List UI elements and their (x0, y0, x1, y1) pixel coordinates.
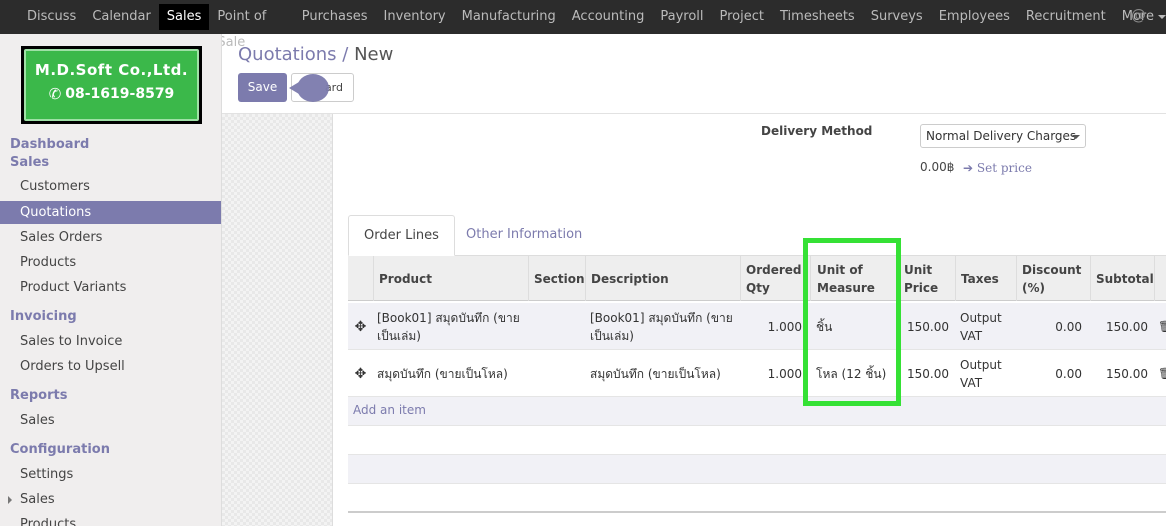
topnav-item-timesheets[interactable]: Timesheets (772, 4, 863, 30)
breadcrumb-current: New (354, 44, 394, 65)
col-description[interactable]: Description (585, 256, 740, 301)
trash-icon[interactable]: 🗑 (1154, 350, 1166, 397)
col-unit-price[interactable]: Unit Price (898, 256, 955, 301)
logo-phone-number: 08-1619-8579 (65, 86, 175, 102)
sidebar-head-reports[interactable]: Reports (10, 388, 67, 403)
topnav-item-surveys[interactable]: Surveys (863, 4, 931, 30)
row-unit-price[interactable]: 150.00 (898, 303, 955, 350)
breadcrumb-parent[interactable]: Quotations (238, 44, 337, 65)
col-subtotal[interactable]: Subtotal (1090, 256, 1154, 301)
topnav-item-recruitment[interactable]: Recruitment (1018, 4, 1114, 30)
uom-highlight-box (803, 238, 901, 406)
add-an-item-link[interactable]: Add an item (353, 403, 426, 417)
caret-down-icon (1158, 15, 1166, 19)
delivery-method-select[interactable]: Normal Delivery Charges (920, 124, 1086, 148)
row-product[interactable]: สมุดบันทึก (ขายเป็นโหล) (372, 350, 532, 397)
sidebar-head-dashboard[interactable]: Dashboard (10, 137, 89, 152)
company-logo: M.D.Soft Co.,Ltd. ✆ 08-1619-8579 (21, 46, 202, 124)
row-product[interactable]: [Book01] สมุดบันทึก (ขาย เป็นเล่ม) (372, 303, 532, 350)
topnav-item-accounting[interactable]: Accounting (564, 4, 653, 30)
row-discount[interactable]: 0.00 (1016, 303, 1090, 350)
sidebar-item-settings[interactable]: Settings (0, 463, 221, 486)
sidebar-item-sales-orders[interactable]: Sales Orders (0, 226, 221, 249)
trash-icon[interactable]: 🗑 (1154, 303, 1166, 350)
sidebar-item-product-variants[interactable]: Product Variants (0, 276, 221, 299)
row-subtotal: 150.00 (1106, 319, 1148, 334)
breadcrumb-separator: / (342, 44, 349, 65)
topnav-item-point-of-sale[interactable]: Point of Sale (209, 4, 293, 50)
chevron-down-icon (1072, 135, 1080, 139)
topnav-item-calendar[interactable]: Calendar (84, 4, 158, 30)
logo-company-name: M.D.Soft Co.,Ltd. (34, 61, 189, 79)
row-unit-price[interactable]: 150.00 (898, 350, 955, 397)
table-row (348, 426, 1166, 455)
topnav-item-sales[interactable]: Sales (158, 4, 210, 30)
background-pattern (222, 114, 332, 526)
app-menu: Discuss Calendar Sales Point of Sale Purchas… (0, 0, 1166, 50)
row-subtotal: 150.00 (1106, 366, 1148, 381)
cursor-marker-icon (289, 74, 329, 102)
sidebar-item-quotations[interactable]: Quotations (0, 201, 221, 224)
row-qty[interactable]: 1.000 (740, 350, 808, 397)
sidebar: M.D.Soft Co.,Ltd. ✆ 08-1619-8579 Dashboa… (0, 34, 222, 526)
col-ordered-qty[interactable]: Ordered Qty (740, 256, 808, 301)
row-taxes[interactable]: Output VAT (955, 303, 1016, 350)
table-header: Product Section Description Ordered Qty … (348, 255, 1166, 301)
sidebar-item-orders-to-upsell[interactable]: Orders to Upsell (0, 355, 221, 378)
add-item-row (348, 397, 1166, 426)
save-button[interactable]: Save (238, 73, 287, 102)
sidebar-item-reports-sales[interactable]: Sales (0, 409, 221, 432)
topnav-item-manufacturing[interactable]: Manufacturing (454, 4, 564, 30)
col-section[interactable]: Section (528, 256, 585, 301)
delivery-method-value: Normal Delivery Charges (926, 129, 1077, 143)
topnav-item-inventory[interactable]: Inventory (376, 4, 454, 30)
table-row (348, 484, 1166, 513)
row-description[interactable]: [Book01] สมุดบันทึก (ขาย เป็นเล่ม) (585, 303, 740, 350)
expand-triangle-icon (8, 496, 12, 504)
sidebar-item-customers[interactable]: Customers (0, 175, 221, 198)
delivery-price: 0.00฿ (920, 160, 955, 174)
table-row (348, 455, 1166, 484)
set-price-link[interactable]: ➔ Set price (963, 161, 1032, 175)
table-row[interactable]: ✥ [Book01] สมุดบันทึก (ขาย เป็นเล่ม) [Bo… (348, 303, 1166, 350)
at-icon[interactable]: @ (1131, 6, 1146, 24)
top-navbar: Discuss Calendar Sales Point of Sale Purchas… (0, 0, 1166, 50)
sidebar-item-products[interactable]: Products (0, 251, 221, 274)
sidebar-head-configuration[interactable]: Configuration (10, 442, 110, 457)
tab-order-lines[interactable]: Order Lines (348, 215, 455, 256)
row-discount[interactable]: 0.00 (1016, 350, 1090, 397)
sidebar-head-sales[interactable]: Sales (10, 155, 49, 170)
phone-icon: ✆ (48, 85, 62, 103)
table-row[interactable]: ✥ สมุดบันทึก (ขายเป็นโหล) สมุดบันทึก (ขา… (348, 350, 1166, 397)
topnav-item-payroll[interactable]: Payroll (652, 4, 711, 30)
topnav-item-discuss[interactable]: Discuss (19, 4, 84, 30)
sidebar-item-config-products[interactable]: Products (0, 513, 221, 526)
topnav-item-project[interactable]: Project (712, 4, 772, 30)
breadcrumb: Quotations / New (238, 44, 393, 65)
row-description[interactable]: สมุดบันทึก (ขายเป็นโหล) (585, 350, 740, 397)
drag-handle-icon[interactable]: ✥ (348, 350, 373, 397)
arrow-right-icon: ➔ (963, 161, 974, 175)
sidebar-item-sales-to-invoice[interactable]: Sales to Invoice (0, 330, 221, 353)
topnav-item-purchases[interactable]: Purchases (294, 4, 376, 30)
drag-handle-icon[interactable]: ✥ (348, 303, 373, 350)
sidebar-head-invoicing[interactable]: Invoicing (10, 309, 77, 324)
col-product[interactable]: Product (373, 256, 528, 301)
row-taxes[interactable]: Output VAT (955, 350, 1016, 397)
row-qty[interactable]: 1.000 (740, 303, 808, 350)
topnav-item-employees[interactable]: Employees (931, 4, 1018, 30)
sidebar-item-config-sales[interactable]: Sales (0, 488, 221, 511)
tab-other-information[interactable]: Other Information (451, 215, 597, 256)
delivery-method-label: Delivery Method (761, 124, 873, 138)
col-taxes[interactable]: Taxes (955, 256, 1016, 301)
col-discount[interactable]: Discount (%) (1016, 256, 1090, 301)
